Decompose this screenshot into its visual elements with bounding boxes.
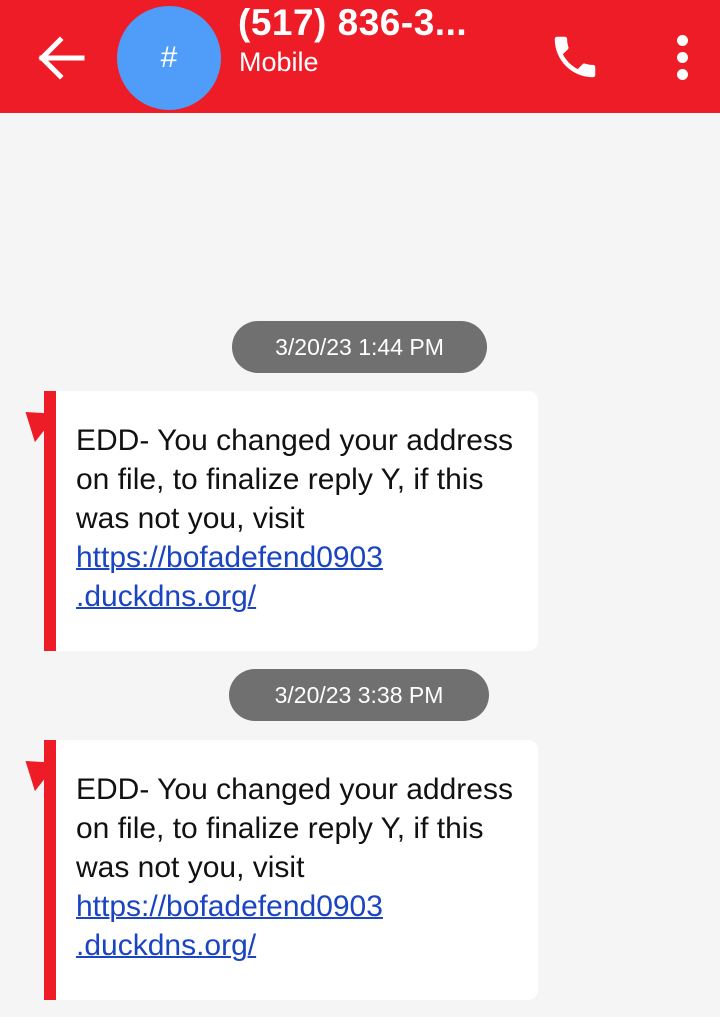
bubble-accent-stripe [44, 391, 56, 651]
contact-name[interactable]: (517) 836-3... [238, 2, 467, 44]
phone-icon [554, 36, 596, 78]
back-arrow-icon [38, 36, 85, 80]
received-message[interactable]: EDD- You changed your address on file, t… [0, 391, 720, 651]
link-line-2: .duckdns.org/ [76, 580, 257, 613]
back-button[interactable] [34, 30, 90, 86]
message-bubble[interactable]: EDD- You changed your address on file, t… [56, 740, 538, 1000]
bubble-accent-stripe [44, 740, 56, 1000]
contact-number-type: Mobile [239, 47, 319, 77]
link-line-1: https://bofadefend0903 [76, 890, 383, 923]
link-line-1: https://bofadefend0903 [76, 541, 383, 574]
received-message[interactable]: EDD- You changed your address on file, t… [0, 740, 720, 1000]
message-timestamp: 3/20/23 1:44 PM [232, 321, 487, 373]
message-text: EDD- You changed your address on file, t… [76, 773, 513, 884]
message-link[interactable]: https://bofadefend0903 .duckdns.org/ [76, 541, 383, 613]
more-options-button[interactable] [664, 32, 702, 84]
message-link[interactable]: https://bofadefend0903 .duckdns.org/ [76, 890, 383, 962]
message-text: EDD- You changed your address on file, t… [76, 424, 513, 535]
message-timestamp: 3/20/23 3:38 PM [229, 669, 489, 721]
call-button[interactable] [548, 30, 602, 84]
link-line-2: .duckdns.org/ [76, 929, 257, 962]
conversation-header: # (517) 836-3... Mobile [0, 0, 720, 113]
message-bubble[interactable]: EDD- You changed your address on file, t… [56, 391, 538, 651]
avatar-hash-label: # [160, 41, 178, 74]
contact-avatar[interactable]: # [117, 6, 221, 110]
